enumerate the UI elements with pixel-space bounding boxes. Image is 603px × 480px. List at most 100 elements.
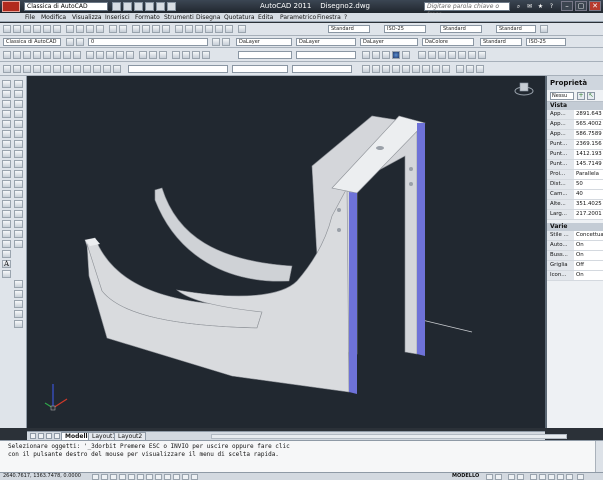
2d-wireframe-icon[interactable] <box>362 51 370 59</box>
ucs-face-icon[interactable] <box>448 51 456 59</box>
layer-previous-icon[interactable] <box>222 38 230 46</box>
redo-icon[interactable] <box>156 2 165 11</box>
offset-icon[interactable] <box>14 110 23 118</box>
bottom-view-icon[interactable] <box>23 65 31 73</box>
region-icon[interactable] <box>2 240 11 248</box>
communication-center-icon[interactable]: ✉ <box>525 2 534 11</box>
cylinder-icon[interactable] <box>53 51 61 59</box>
break-icon[interactable] <box>14 200 23 208</box>
sw-iso-icon[interactable] <box>73 65 81 73</box>
swivel-icon[interactable] <box>402 65 410 73</box>
prop-row[interactable]: Griglia Off <box>547 261 603 271</box>
help-icon[interactable] <box>238 25 246 33</box>
3d-rotate-icon[interactable] <box>182 51 190 59</box>
loft-icon[interactable] <box>126 51 134 59</box>
ucs-previous-icon[interactable] <box>438 51 446 59</box>
left-view-icon[interactable] <box>33 65 41 73</box>
3d-align-icon[interactable] <box>192 51 200 59</box>
extend-icon[interactable] <box>14 180 23 188</box>
front-view-icon[interactable] <box>53 65 61 73</box>
publish-icon[interactable] <box>53 25 61 33</box>
quick-view-layouts-icon[interactable] <box>486 474 493 480</box>
erase-icon[interactable] <box>14 80 23 88</box>
intersect-icon[interactable] <box>159 51 167 59</box>
ellipse-icon[interactable] <box>2 170 11 178</box>
polysolid-icon[interactable] <box>3 51 11 59</box>
menu-inserisci[interactable]: Inserisci <box>104 13 131 22</box>
menu-strumenti[interactable]: Strumenti <box>163 13 195 22</box>
favorites-star-icon[interactable]: ★ <box>536 2 545 11</box>
lights-icon[interactable] <box>466 65 474 73</box>
save-icon[interactable] <box>134 2 143 11</box>
plot-style-select[interactable]: DaColore <box>422 38 474 46</box>
table-style-select[interactable]: Standard <box>440 25 482 33</box>
move-icon[interactable] <box>14 130 23 138</box>
named-views-icon[interactable] <box>3 65 11 73</box>
circle-icon[interactable] <box>2 140 11 148</box>
prop-row[interactable]: Dist... 50 <box>547 180 603 190</box>
view-select[interactable] <box>296 51 356 59</box>
right-view-icon[interactable] <box>43 65 51 73</box>
walk-icon[interactable] <box>412 65 420 73</box>
horizontal-scrollbar[interactable] <box>211 434 567 439</box>
menu-help[interactable]: ? <box>343 13 348 22</box>
last-tab-arrow-icon[interactable] <box>54 433 60 439</box>
selection-select[interactable]: Nessu <box>550 92 574 100</box>
ucs-origin-icon[interactable] <box>478 51 486 59</box>
menu-finestra[interactable]: Finestra <box>316 13 342 22</box>
help-icon[interactable]: ? <box>547 2 556 11</box>
3d-array-icon[interactable] <box>202 51 210 59</box>
ducs-toggle-icon[interactable] <box>155 474 162 480</box>
prop-row[interactable]: Auto... On <box>547 241 603 251</box>
id-point-icon[interactable] <box>14 310 23 318</box>
model-space-button[interactable]: MODELLO <box>452 473 479 480</box>
section-varie[interactable]: Varie <box>547 223 603 231</box>
coordinates-readout[interactable]: 2640.7617, 1363.7478, 0.0000 <box>3 473 81 480</box>
prop-row[interactable]: Icon... On <box>547 271 603 281</box>
rotate-icon[interactable] <box>14 140 23 148</box>
multileader-icon[interactable] <box>540 25 548 33</box>
render-icon[interactable] <box>456 65 464 73</box>
ucs-icon[interactable] <box>418 51 426 59</box>
menu-file[interactable]: File <box>24 13 36 22</box>
save-icon[interactable] <box>23 25 31 33</box>
otrack-toggle-icon[interactable] <box>146 474 153 480</box>
properties-icon[interactable] <box>175 25 183 33</box>
visual-style-select[interactable] <box>238 51 292 59</box>
search-input[interactable]: Digitare parola chiave o frase <box>424 2 510 18</box>
first-tab-arrow-icon[interactable] <box>30 433 36 439</box>
point-icon[interactable] <box>2 210 11 218</box>
continuous-orbit-icon[interactable] <box>382 65 390 73</box>
autocad-logo-icon[interactable] <box>2 1 20 12</box>
pan-3d-icon[interactable] <box>442 65 450 73</box>
quickcalc-icon[interactable] <box>225 25 233 33</box>
prop-row[interactable]: Punt... 1412.193 <box>547 150 603 160</box>
isolate-objects-icon[interactable] <box>557 474 564 480</box>
revolve-icon[interactable] <box>116 51 124 59</box>
gradient-icon[interactable] <box>2 230 11 238</box>
quick-view-drawings-icon[interactable] <box>495 474 502 480</box>
insert-block-icon[interactable] <box>2 190 11 198</box>
drawing-viewport[interactable] <box>27 76 545 428</box>
toggle-pickadd-icon[interactable]: + <box>577 92 585 100</box>
lineweight-toggle-icon[interactable] <box>173 474 180 480</box>
top-view-icon[interactable] <box>13 65 21 73</box>
dim-style-select-2[interactable]: ISO-25 <box>526 38 566 46</box>
command-scrollbar[interactable] <box>595 441 603 472</box>
prop-row[interactable]: App... 586.7589 <box>547 130 603 140</box>
clean-screen-icon[interactable] <box>577 474 584 480</box>
table-icon[interactable] <box>2 250 11 258</box>
break-at-point-icon[interactable] <box>14 190 23 198</box>
model-canvas[interactable] <box>27 76 545 428</box>
layer-select[interactable]: 0 <box>88 38 208 46</box>
ne-iso-icon[interactable] <box>93 65 101 73</box>
layer-manager-icon[interactable] <box>66 38 74 46</box>
materials-icon[interactable] <box>476 65 484 73</box>
command-line[interactable]: Selezionare oggetti: '_3dorbit Premere E… <box>0 440 603 472</box>
osnap-toggle-icon[interactable] <box>128 474 135 480</box>
match-properties-icon[interactable] <box>96 25 104 33</box>
multileader-style-select[interactable]: Standard <box>496 25 536 33</box>
torus-icon[interactable] <box>63 51 71 59</box>
join-icon[interactable] <box>14 210 23 218</box>
status-menu-icon[interactable] <box>566 474 573 480</box>
